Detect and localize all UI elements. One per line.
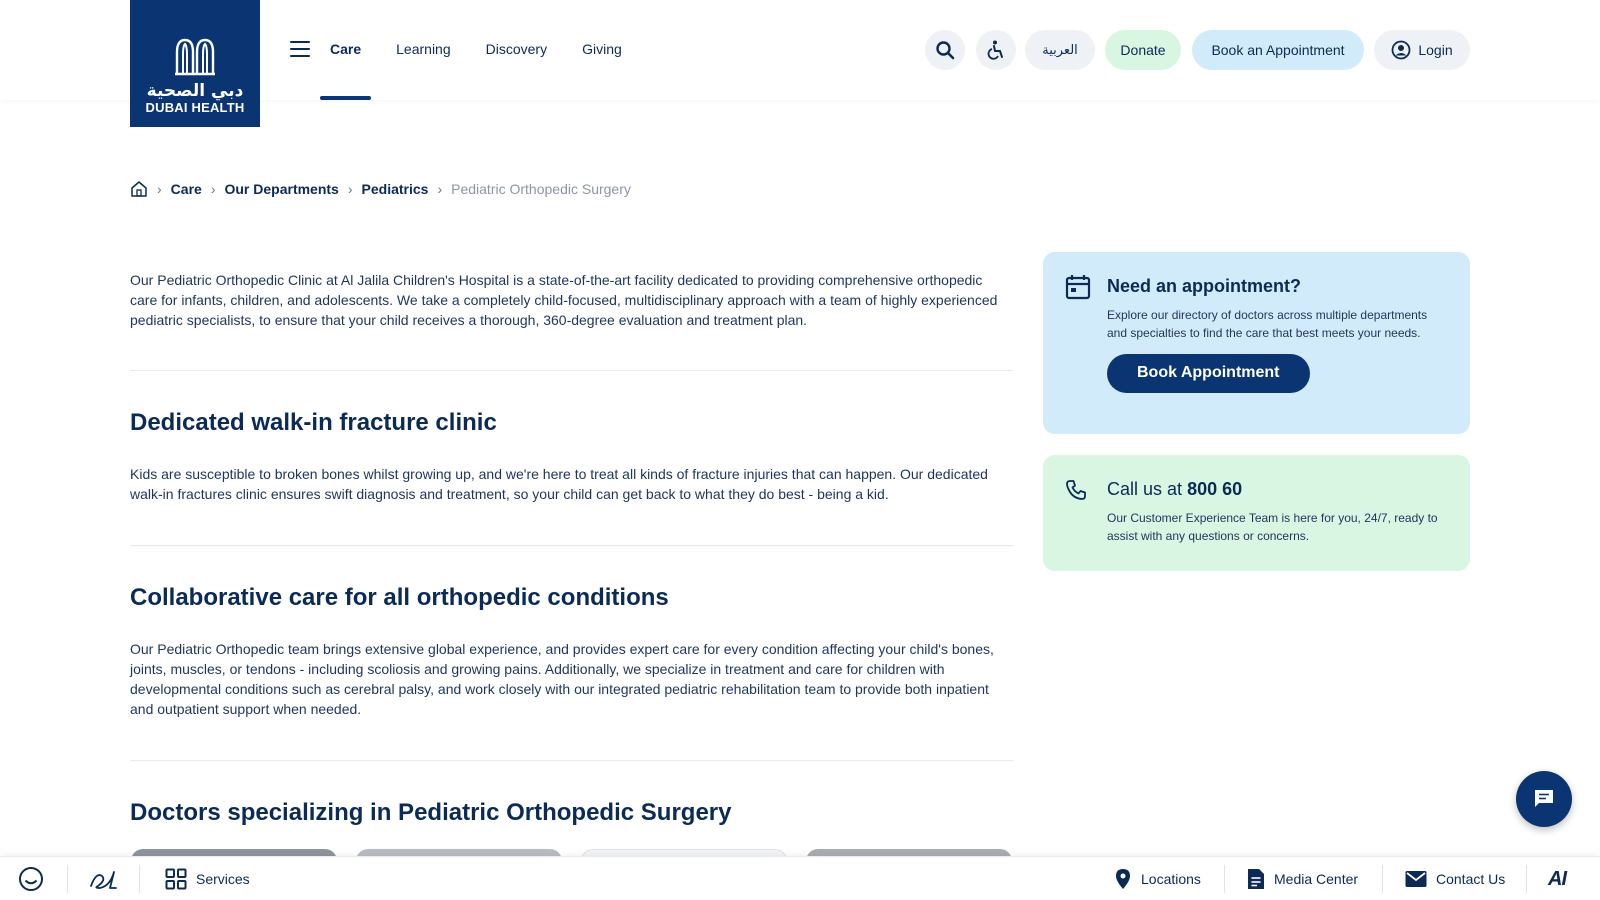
dubai-health-logo[interactable]: دبي الصحية DUBAI HEALTH [130,0,260,127]
breadcrumb-our-departments[interactable]: Our Departments [224,181,338,197]
search-button[interactable] [925,30,965,70]
locations-button[interactable]: Locations [1114,857,1201,900]
section-title-fracture-clinic: Dedicated walk-in fracture clinic [130,409,497,436]
donate-button[interactable]: Donate [1105,30,1181,70]
section-divider [130,760,1013,761]
grid-icon [165,868,187,890]
bottom-toolbar: Services Locations Media Center Contact … [0,856,1600,900]
logo-english-text: DUBAI HEALTH [145,100,245,115]
accessibility-button[interactable] [976,30,1016,70]
section-text-fracture-clinic: Kids are susceptible to broken bones whi… [130,466,988,502]
services-label: Services [196,871,250,887]
doctors-section-title: Doctors specializing in Pediatric Orthop… [130,799,732,826]
accessibility-icon [987,40,1003,60]
breadcrumb: › Care › Our Departments › Pediatrics › … [130,180,631,198]
appointment-card: Need an appointment? Explore our directo… [1043,252,1470,434]
media-center-button[interactable]: Media Center [1247,857,1358,900]
signature-icon [90,871,117,889]
toolbar-divider [1382,865,1383,893]
book-appointment-card-button[interactable]: Book Appointment [1107,354,1310,393]
logo-arabic-text: دبي الصحية [146,81,244,101]
chevron-right-icon: › [210,181,216,197]
media-center-label: Media Center [1274,871,1359,887]
toolbar-divider [1224,865,1225,893]
logo-mark-icon [175,38,215,76]
login-button[interactable]: Login [1374,30,1470,70]
chat-icon [1535,790,1553,807]
call-card-title: Call us at 800 60 [1107,477,1446,501]
appointment-card-text: Explore our directory of doctors across … [1107,308,1428,340]
section-divider [130,545,1013,546]
ai-assistant-button[interactable]: AI [1548,857,1567,900]
appointment-card-title: Need an appointment? [1107,276,1302,296]
breadcrumb-pediatrics[interactable]: Pediatrics [362,181,429,197]
call-card: Call us at 800 60 Our Customer Experienc… [1043,455,1470,571]
smile-icon [19,867,43,891]
call-prefix: Call us at [1107,479,1183,499]
calendar-icon [1065,275,1091,300]
section-divider [130,370,1013,371]
phone-icon [1066,480,1086,500]
contact-us-label: Contact Us [1436,871,1506,887]
signature-button[interactable] [88,857,127,900]
breadcrumb-care[interactable]: Care [171,181,202,197]
contact-us-button[interactable]: Contact Us [1405,857,1505,900]
chevron-right-icon: › [157,181,162,197]
user-icon [1391,40,1411,60]
document-icon [1248,869,1264,889]
location-pin-icon [1116,869,1130,889]
chevron-right-icon: › [437,181,443,197]
nav-care[interactable]: Care [319,0,372,100]
book-appointment-button[interactable]: Book an Appointment [1192,30,1364,70]
nav-learning[interactable]: Learning [396,0,451,100]
search-icon [936,41,955,60]
toolbar-divider [67,865,68,893]
mail-icon [1405,871,1427,887]
intro-paragraph: Our Pediatric Orthopedic Clinic at Al Ja… [130,272,998,328]
toolbar-divider [1526,865,1527,893]
feedback-button[interactable] [18,857,53,900]
nav-giving[interactable]: Giving [582,0,622,100]
nav-discovery[interactable]: Discovery [486,0,547,100]
locations-label: Locations [1141,871,1201,887]
menu-icon[interactable] [290,41,310,57]
chevron-right-icon: › [347,181,353,197]
services-button[interactable]: Services [165,857,250,900]
toolbar-divider [139,865,140,893]
breadcrumb-current: Pediatric Orthopedic Surgery [451,181,631,197]
call-number[interactable]: 800 60 [1187,479,1242,499]
main-nav: Care Learning Discovery Giving [319,0,657,100]
login-label: Login [1418,42,1453,58]
ai-label: AI [1548,867,1567,890]
chat-button[interactable] [1516,771,1572,827]
home-icon[interactable] [130,180,148,198]
call-card-text: Our Customer Experience Team is here for… [1107,511,1438,543]
main-content: Our Pediatric Orthopedic Clinic at Al Ja… [130,270,1013,828]
section-title-collaborative-care: Collaborative care for all orthopedic co… [130,584,669,611]
section-text-collaborative-care: Our Pediatric Orthopedic team brings ext… [130,641,994,717]
language-button[interactable]: العربية [1025,30,1095,70]
